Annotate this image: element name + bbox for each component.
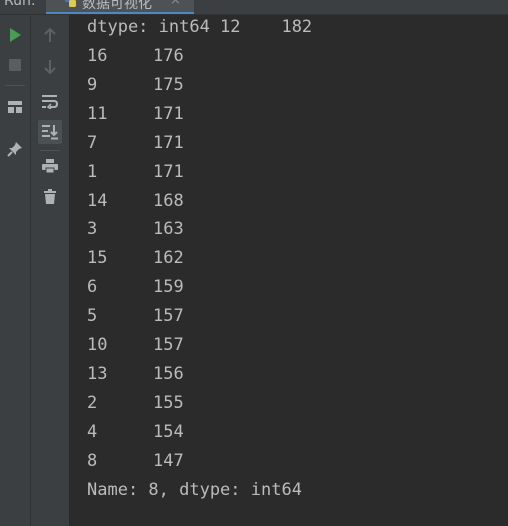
console-line: dtype: int64 12 182 bbox=[87, 17, 313, 37]
close-icon[interactable]: × bbox=[170, 0, 181, 8]
arrow-up-icon bbox=[44, 27, 56, 42]
row-value: 176 bbox=[153, 46, 184, 66]
row-value: 171 bbox=[153, 161, 184, 182]
clear-all-button[interactable] bbox=[38, 185, 62, 209]
row-value: 156 bbox=[153, 363, 184, 384]
print-icon bbox=[42, 159, 58, 174]
row-value: 154 bbox=[153, 421, 184, 442]
pin-tab-button[interactable] bbox=[3, 137, 27, 161]
row-index: 9 bbox=[87, 74, 98, 95]
console-row: 10 157 bbox=[87, 335, 184, 364]
row-index: 14 bbox=[87, 190, 108, 211]
console-row: 11 171 bbox=[87, 104, 184, 133]
console-row: 8 147 bbox=[87, 451, 184, 480]
console-row: 4 154 bbox=[87, 422, 184, 451]
toolbar-divider bbox=[40, 150, 60, 151]
layout-icon bbox=[8, 101, 22, 113]
console-row: 1 171 bbox=[87, 162, 184, 191]
row-index: 2 bbox=[87, 392, 98, 413]
row-index: 5 bbox=[87, 306, 98, 327]
row-index: 1 bbox=[87, 161, 98, 182]
row-index: 6 bbox=[87, 277, 98, 298]
run-toolbar-primary bbox=[0, 15, 31, 526]
next-occurrence-button[interactable] bbox=[38, 55, 62, 79]
arrow-down-icon bbox=[44, 60, 56, 75]
row-value: 157 bbox=[153, 306, 184, 327]
print-button[interactable] bbox=[38, 154, 62, 178]
row-value: 175 bbox=[153, 74, 184, 95]
row-value: 171 bbox=[153, 132, 184, 153]
console-row: 9 175 bbox=[87, 75, 184, 104]
row-index: 7 bbox=[87, 132, 98, 153]
console-line: Name: 8, dtype: int64 bbox=[87, 479, 302, 500]
console-row: 15 162 bbox=[87, 248, 184, 277]
restore-layout-button[interactable] bbox=[3, 95, 27, 119]
pin-icon bbox=[7, 142, 22, 157]
console-row: 16 176 bbox=[87, 46, 184, 75]
console-row: 6 159 bbox=[87, 277, 184, 306]
row-value: 163 bbox=[153, 219, 184, 240]
row-value: 157 bbox=[153, 335, 184, 355]
row-value: 171 bbox=[153, 103, 184, 124]
run-toolbar-secondary bbox=[31, 15, 70, 526]
python-icon bbox=[65, 0, 76, 7]
previous-occurrence-button[interactable] bbox=[38, 23, 62, 47]
console-output[interactable]: dtype: int64 12 182 16 176 9 175 11 171 7 171 1 1… bbox=[70, 15, 508, 526]
rerun-button[interactable] bbox=[3, 23, 27, 47]
soft-wrap-button[interactable] bbox=[38, 89, 62, 113]
row-index: 3 bbox=[87, 219, 98, 240]
console-row: 13 156 bbox=[87, 364, 184, 393]
row-value: 147 bbox=[153, 450, 184, 471]
console-row: 3 163 bbox=[87, 219, 184, 248]
row-value: 168 bbox=[153, 190, 184, 211]
stop-icon bbox=[9, 59, 21, 71]
row-value: 155 bbox=[153, 392, 184, 413]
console-row: 7 171 bbox=[87, 133, 184, 162]
row-index: 8 bbox=[87, 450, 98, 471]
row-index: 16 bbox=[87, 46, 108, 66]
console-row: 2 155 bbox=[87, 393, 184, 422]
console-row: 5 157 bbox=[87, 306, 184, 335]
stop-button[interactable] bbox=[3, 53, 27, 77]
row-value: 162 bbox=[153, 248, 184, 269]
row-index: 11 bbox=[87, 103, 108, 124]
soft-wrap-icon bbox=[42, 95, 59, 109]
run-tool-window: Run: 数据可视化 × dtype: int64 12 182 16 176 … bbox=[0, 0, 508, 526]
play-icon bbox=[10, 28, 21, 42]
row-index: 4 bbox=[87, 421, 98, 442]
toolbar-divider bbox=[5, 85, 25, 86]
trash-icon bbox=[44, 189, 56, 204]
row-index: 10 bbox=[87, 335, 108, 355]
row-value: 159 bbox=[153, 277, 184, 298]
row-index: 13 bbox=[87, 363, 108, 384]
scroll-to-end-button[interactable] bbox=[38, 120, 62, 144]
scroll-to-end-icon bbox=[42, 125, 58, 140]
console-row: 14 168 bbox=[87, 191, 184, 220]
run-tab-bar: Run: 数据可视化 × bbox=[0, 0, 508, 15]
run-label: Run: bbox=[4, 0, 36, 9]
row-index: 15 bbox=[87, 248, 108, 269]
